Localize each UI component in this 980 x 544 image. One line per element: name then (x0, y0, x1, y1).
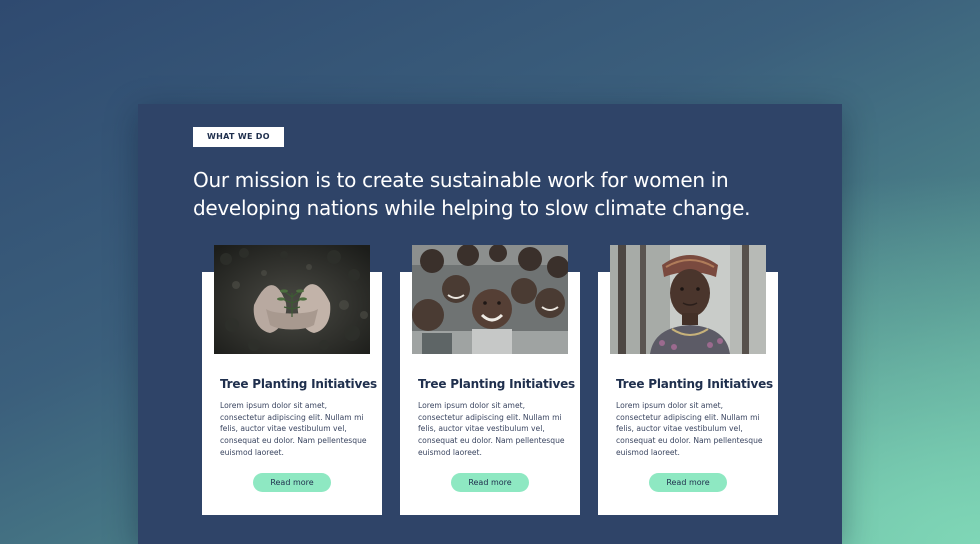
section-eyebrow-label: WHAT WE DO (193, 127, 284, 147)
card-description: Lorem ipsum dolor sit amet, consectetur … (616, 401, 763, 457)
mission-headline: Our mission is to create sustainable wor… (193, 166, 793, 222)
smiling-children-group-photo (412, 245, 568, 354)
read-more-button[interactable]: Read more (253, 473, 331, 492)
hands-holding-seedling-photo (214, 245, 370, 354)
card-title: Tree Planting Initiatives (220, 377, 377, 391)
initiative-card-1: Tree Planting Initiatives Lorem ipsum do… (202, 245, 382, 515)
woman-with-headwrap-portrait-photo (610, 245, 766, 354)
what-we-do-section: WHAT WE DO Our mission is to create sust… (138, 104, 842, 544)
headline-line-1: Our mission is to create sustainable wor… (193, 168, 729, 192)
initiative-card-2: Tree Planting Initiatives Lorem ipsum do… (400, 245, 580, 515)
card-title: Tree Planting Initiatives (418, 377, 575, 391)
card-description: Lorem ipsum dolor sit amet, consectetur … (220, 401, 367, 457)
card-description: Lorem ipsum dolor sit amet, consectetur … (418, 401, 565, 457)
read-more-button[interactable]: Read more (649, 473, 727, 492)
headline-line-2: developing nations while helping to slow… (193, 196, 751, 220)
card-title: Tree Planting Initiatives (616, 377, 773, 391)
read-more-button[interactable]: Read more (451, 473, 529, 492)
initiative-card-3: Tree Planting Initiatives Lorem ipsum do… (598, 245, 778, 515)
